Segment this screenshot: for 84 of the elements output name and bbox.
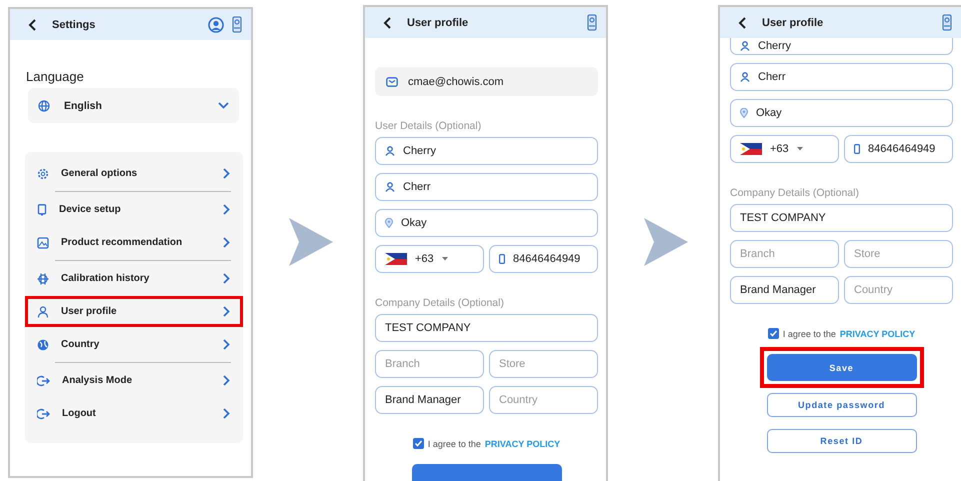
phone-icon (854, 144, 860, 154)
chevron-right-icon (223, 375, 230, 386)
person-icon (740, 41, 750, 51)
company-field[interactable]: TEST COMPANY (730, 204, 953, 232)
outline-button[interactable]: Reset ID (766, 429, 916, 453)
device-icon[interactable] (587, 14, 597, 31)
chevron-right-icon (223, 408, 230, 419)
chevron-right-icon (223, 237, 230, 248)
person-icon (37, 306, 49, 318)
globe-icon (38, 100, 50, 112)
language-dropdown[interactable]: English (28, 88, 239, 123)
back-icon[interactable] (738, 16, 748, 28)
screen-title: User profile (407, 16, 468, 28)
name-field[interactable]: Cherry (375, 137, 598, 165)
right-arrow-icon (642, 216, 690, 268)
email-field[interactable]: cmae@chowis.com (375, 67, 598, 96)
checkbox[interactable] (768, 328, 779, 339)
person-icon (385, 146, 395, 156)
menu-item[interactable]: Logout (25, 398, 243, 429)
chevron-right-icon (223, 168, 230, 179)
chevron-down-icon (218, 102, 229, 109)
input-field[interactable]: Store (844, 240, 953, 268)
country-code-dropdown[interactable]: +63 (375, 245, 484, 273)
address-field[interactable]: Okay (375, 209, 598, 237)
flag-icon (385, 253, 407, 265)
chevron-right-icon (223, 204, 230, 215)
input-field[interactable]: Country (489, 386, 598, 414)
input-field[interactable]: Brand Manager (730, 276, 839, 304)
address-field[interactable]: Okay (730, 99, 953, 127)
menu-item[interactable]: Analysis Mode (25, 365, 243, 396)
caret-icon (442, 257, 448, 261)
mail-icon (386, 76, 398, 86)
name-field[interactable]: Cherr (375, 173, 598, 201)
agree-text: I agree to the (428, 438, 481, 448)
image-icon (37, 236, 49, 248)
menu-item[interactable]: Device setup (25, 194, 243, 225)
device-icon (37, 204, 47, 216)
primary-button[interactable]: Save (766, 354, 916, 381)
globe-icon (37, 338, 49, 350)
chevron-right-icon (223, 306, 230, 317)
chevron-right-icon (223, 273, 230, 284)
gear-icon (37, 168, 49, 180)
company-field[interactable]: TEST COMPANY (375, 314, 598, 342)
phone-field[interactable]: 84646464949 (844, 135, 953, 163)
screen-title: Settings (52, 18, 96, 30)
input-field[interactable]: Country (844, 276, 953, 304)
name-field[interactable]: Cherr (730, 63, 953, 91)
device-icon[interactable] (232, 16, 242, 33)
person-icon (740, 72, 750, 82)
menu-item[interactable]: Country (25, 329, 243, 360)
person-icon (385, 182, 395, 192)
name-field[interactable]: Cherry (730, 38, 953, 55)
logout-icon (37, 374, 50, 386)
flag-icon (740, 143, 762, 155)
country-code-dropdown[interactable]: +63 (730, 135, 839, 163)
menu-item[interactable]: Product recommendation (25, 227, 243, 258)
outline-button[interactable]: Update password (766, 393, 916, 417)
menu-item[interactable]: User profile (25, 296, 243, 327)
input-field[interactable]: Brand Manager (375, 386, 484, 414)
screen-title: User profile (762, 16, 824, 28)
input-field[interactable]: Branch (375, 350, 484, 378)
menu-item[interactable]: General options (25, 158, 243, 189)
section-label: Company Details (Optional) (730, 187, 860, 199)
phone-field[interactable]: 84646464949 (489, 245, 598, 273)
profile-icon[interactable] (208, 16, 224, 32)
section-label: Company Details (Optional) (375, 297, 505, 309)
checkbox[interactable] (412, 438, 424, 449)
right-arrow-icon (287, 216, 335, 268)
location-pin-icon (740, 108, 748, 118)
input-field[interactable]: Store (489, 350, 598, 378)
caret-icon (796, 147, 803, 151)
input-field[interactable]: Branch (730, 240, 839, 268)
logout-icon (37, 408, 50, 420)
location-pin-icon (385, 218, 393, 228)
agree-text: I agree to the (782, 328, 836, 338)
device-icon[interactable] (942, 14, 952, 31)
phone-icon (499, 254, 505, 264)
section-label: User Details (Optional) (375, 120, 482, 132)
section-label: Language (26, 69, 85, 84)
back-icon[interactable] (28, 18, 38, 30)
menu-item[interactable]: Calibration history (25, 263, 243, 294)
crosshair-icon (37, 272, 49, 284)
back-icon[interactable] (383, 16, 393, 28)
chevron-right-icon (223, 339, 230, 350)
